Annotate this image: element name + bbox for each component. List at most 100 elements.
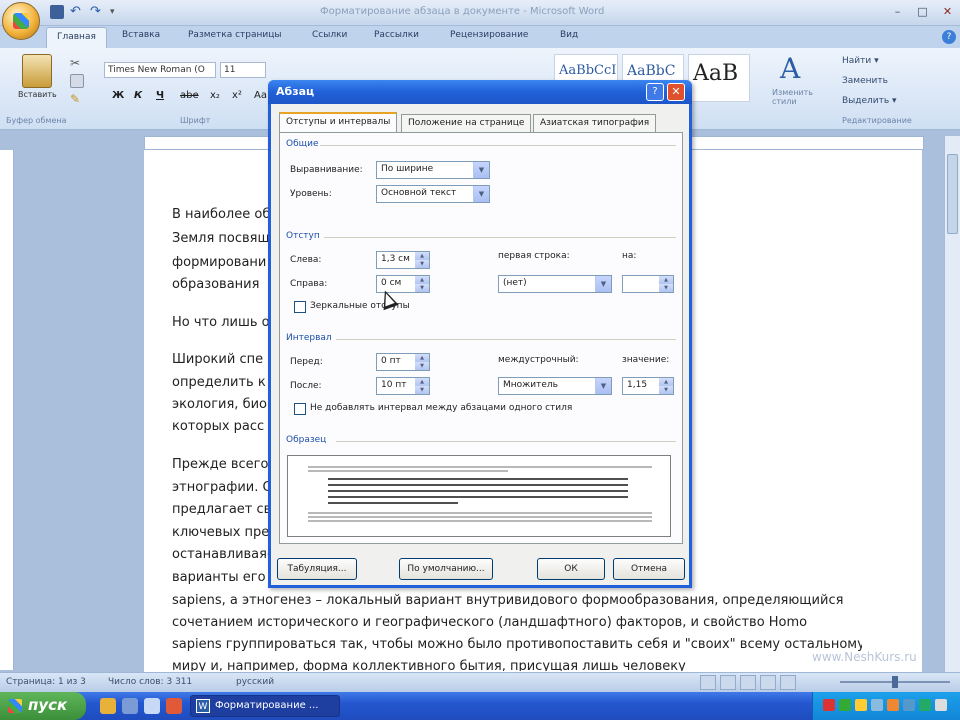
spacing-before-spinner[interactable]: 0 пт ▲ ▼ <box>376 353 430 371</box>
change-case-button[interactable]: Aa <box>254 90 267 101</box>
tab-mailings[interactable]: Рассылки <box>374 30 419 40</box>
spin-up-icon[interactable]: ▲ <box>659 378 673 386</box>
change-styles-button[interactable]: A Изменить стили <box>770 52 822 110</box>
chevron-down-icon[interactable]: ▼ <box>473 162 489 178</box>
zoom-thumb[interactable] <box>892 676 898 688</box>
draft-button[interactable] <box>780 675 796 690</box>
tray-icon[interactable] <box>887 699 899 711</box>
chevron-down-icon[interactable]: ▼ <box>595 276 611 292</box>
redo-icon[interactable]: ↷ <box>90 5 104 19</box>
bold-button[interactable]: Ж <box>112 90 124 101</box>
desktop-icon[interactable] <box>144 698 160 714</box>
spin-down-icon[interactable]: ▼ <box>659 284 673 292</box>
dialog-help-icon[interactable]: ? <box>646 83 664 101</box>
style-title[interactable]: AaB <box>688 54 750 102</box>
tab-asian-typography[interactable]: Азиатская типография <box>533 114 657 132</box>
tab-indents-spacing[interactable]: Отступы и интервалы <box>279 112 398 133</box>
spin-up-icon[interactable]: ▲ <box>415 276 429 284</box>
language[interactable]: русский <box>236 677 274 687</box>
tray-icon[interactable] <box>903 699 915 711</box>
strikethrough-button[interactable]: abe <box>180 90 199 101</box>
font-size-combo[interactable]: 11 <box>220 62 266 78</box>
chevron-down-icon[interactable]: ▼ <box>473 186 489 202</box>
maximize-button[interactable]: □ <box>910 3 935 21</box>
tab-review[interactable]: Рецензирование <box>450 30 528 40</box>
copy-icon[interactable] <box>70 74 84 88</box>
tab-page-layout[interactable]: Разметка страницы <box>188 30 282 40</box>
explorer-icon[interactable] <box>122 698 138 714</box>
no-space-same-style-checkbox[interactable] <box>294 403 306 415</box>
font-name-combo[interactable]: Times New Roman (О <box>104 62 216 78</box>
level-select[interactable]: Основной текст ▼ <box>376 185 490 203</box>
tray-icon[interactable] <box>823 699 835 711</box>
office-button[interactable] <box>2 2 40 40</box>
cancel-button[interactable]: Отмена <box>613 558 685 580</box>
dialog-title-bar[interactable]: Абзац ? ✕ <box>268 80 692 104</box>
spin-up-icon[interactable]: ▲ <box>415 252 429 260</box>
set-default-button[interactable]: По умолчанию... <box>399 558 493 580</box>
zoom-slider[interactable] <box>840 676 950 688</box>
chevron-down-icon[interactable]: ▼ <box>595 378 611 394</box>
select-button[interactable]: Выделить ▾ <box>842 96 897 106</box>
spacing-after-spinner[interactable]: 10 пт ▲ ▼ <box>376 377 430 395</box>
undo-icon[interactable]: ↶ <box>70 5 84 19</box>
vertical-scrollbar[interactable] <box>944 136 960 672</box>
tab-view[interactable]: Вид <box>560 30 578 40</box>
first-line-select[interactable]: (нет) ▼ <box>498 275 612 293</box>
find-button[interactable]: Найти ▾ <box>842 56 879 66</box>
start-label: пуск <box>28 696 68 714</box>
taskbar-word-item[interactable]: W Форматирование ... <box>190 695 340 717</box>
minimize-button[interactable]: – <box>885 3 910 21</box>
underline-button[interactable]: Ч <box>156 90 164 101</box>
print-layout-button[interactable] <box>700 675 716 690</box>
web-layout-button[interactable] <box>740 675 756 690</box>
spin-down-icon[interactable]: ▼ <box>415 284 429 292</box>
word-count[interactable]: Число слов: 3 311 <box>108 677 192 687</box>
tab-line-page-breaks[interactable]: Положение на странице <box>401 114 532 132</box>
format-painter-icon[interactable]: ✎ <box>70 92 84 106</box>
mirror-indents-checkbox[interactable] <box>294 301 306 313</box>
subscript-button[interactable]: x₂ <box>210 90 220 101</box>
spin-down-icon[interactable]: ▼ <box>415 362 429 370</box>
cut-icon[interactable]: ✂ <box>70 56 84 70</box>
line-spacing-value-spinner[interactable]: 1,15 ▲ ▼ <box>622 377 674 395</box>
doc-line: sapiens, а этногенез – локальный вариант… <box>172 593 844 608</box>
paste-icon[interactable] <box>22 54 52 88</box>
indent-left-spinner[interactable]: 1,3 см ▲ ▼ <box>376 251 430 269</box>
start-button[interactable]: пуск <box>0 692 86 720</box>
ok-button[interactable]: ОК <box>537 558 605 580</box>
tab-references[interactable]: Ссылки <box>312 30 347 40</box>
help-icon[interactable]: ? <box>942 30 956 44</box>
superscript-button[interactable]: x² <box>232 90 242 101</box>
tray-icon[interactable] <box>839 699 851 711</box>
media-icon[interactable] <box>166 698 182 714</box>
vertical-ruler[interactable] <box>0 150 14 670</box>
tray-icon[interactable] <box>855 699 867 711</box>
tray-icon[interactable] <box>919 699 931 711</box>
spin-up-icon[interactable]: ▲ <box>415 354 429 362</box>
customize-qat-icon[interactable]: ▾ <box>110 5 124 19</box>
spin-up-icon[interactable]: ▲ <box>659 276 673 284</box>
clock-icon[interactable] <box>935 699 947 711</box>
alignment-select[interactable]: По ширине ▼ <box>376 161 490 179</box>
dialog-close-icon[interactable]: ✕ <box>667 83 685 101</box>
save-icon[interactable] <box>50 5 64 19</box>
italic-button[interactable]: К <box>134 90 142 101</box>
outline-button[interactable] <box>760 675 776 690</box>
tab-home[interactable]: Главная <box>46 27 107 49</box>
replace-button[interactable]: Заменить <box>842 76 888 86</box>
full-screen-reading-button[interactable] <box>720 675 736 690</box>
spin-up-icon[interactable]: ▲ <box>415 378 429 386</box>
spin-down-icon[interactable]: ▼ <box>659 386 673 394</box>
first-line-by-spinner[interactable]: ▲ ▼ <box>622 275 674 293</box>
browser-icon[interactable] <box>100 698 116 714</box>
tabs-button[interactable]: Табуляция... <box>277 558 357 580</box>
spin-down-icon[interactable]: ▼ <box>415 260 429 268</box>
tray-icon[interactable] <box>871 699 883 711</box>
tab-insert[interactable]: Вставка <box>122 30 160 40</box>
line-spacing-select[interactable]: Множитель ▼ <box>498 377 612 395</box>
spin-down-icon[interactable]: ▼ <box>415 386 429 394</box>
scrollbar-thumb[interactable] <box>947 154 958 234</box>
page-count[interactable]: Страница: 1 из 3 <box>6 677 86 687</box>
close-window-button[interactable]: ✕ <box>935 3 960 21</box>
